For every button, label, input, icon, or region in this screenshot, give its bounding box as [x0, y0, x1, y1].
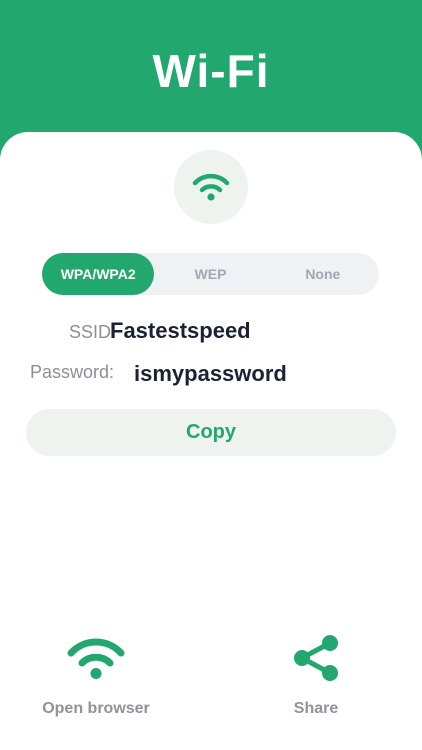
- wifi-icon: [67, 638, 125, 679]
- password-label: Password:: [30, 362, 115, 382]
- security-type-selector: WPA/WPA2 WEP None: [42, 253, 379, 295]
- wifi-icon: [192, 173, 230, 201]
- share-button[interactable]: Share: [241, 630, 391, 718]
- share-icon: [294, 635, 338, 681]
- copy-button[interactable]: Copy: [26, 409, 396, 456]
- page-title: Wi-Fi: [152, 45, 270, 97]
- wifi-badge: [174, 150, 248, 224]
- ssid-label: SSID:: [69, 322, 117, 342]
- ssid-value: Fastestspeed: [110, 318, 251, 343]
- password-value: ismypassword: [134, 361, 287, 386]
- security-option-wpa[interactable]: WPA/WPA2: [42, 253, 155, 295]
- share-label: Share: [293, 700, 339, 717]
- open-browser-button[interactable]: Open browser: [21, 630, 171, 718]
- security-option-wep[interactable]: WEP: [154, 253, 266, 295]
- security-option-none[interactable]: None: [267, 253, 379, 295]
- open-browser-label: Open browser: [42, 700, 150, 717]
